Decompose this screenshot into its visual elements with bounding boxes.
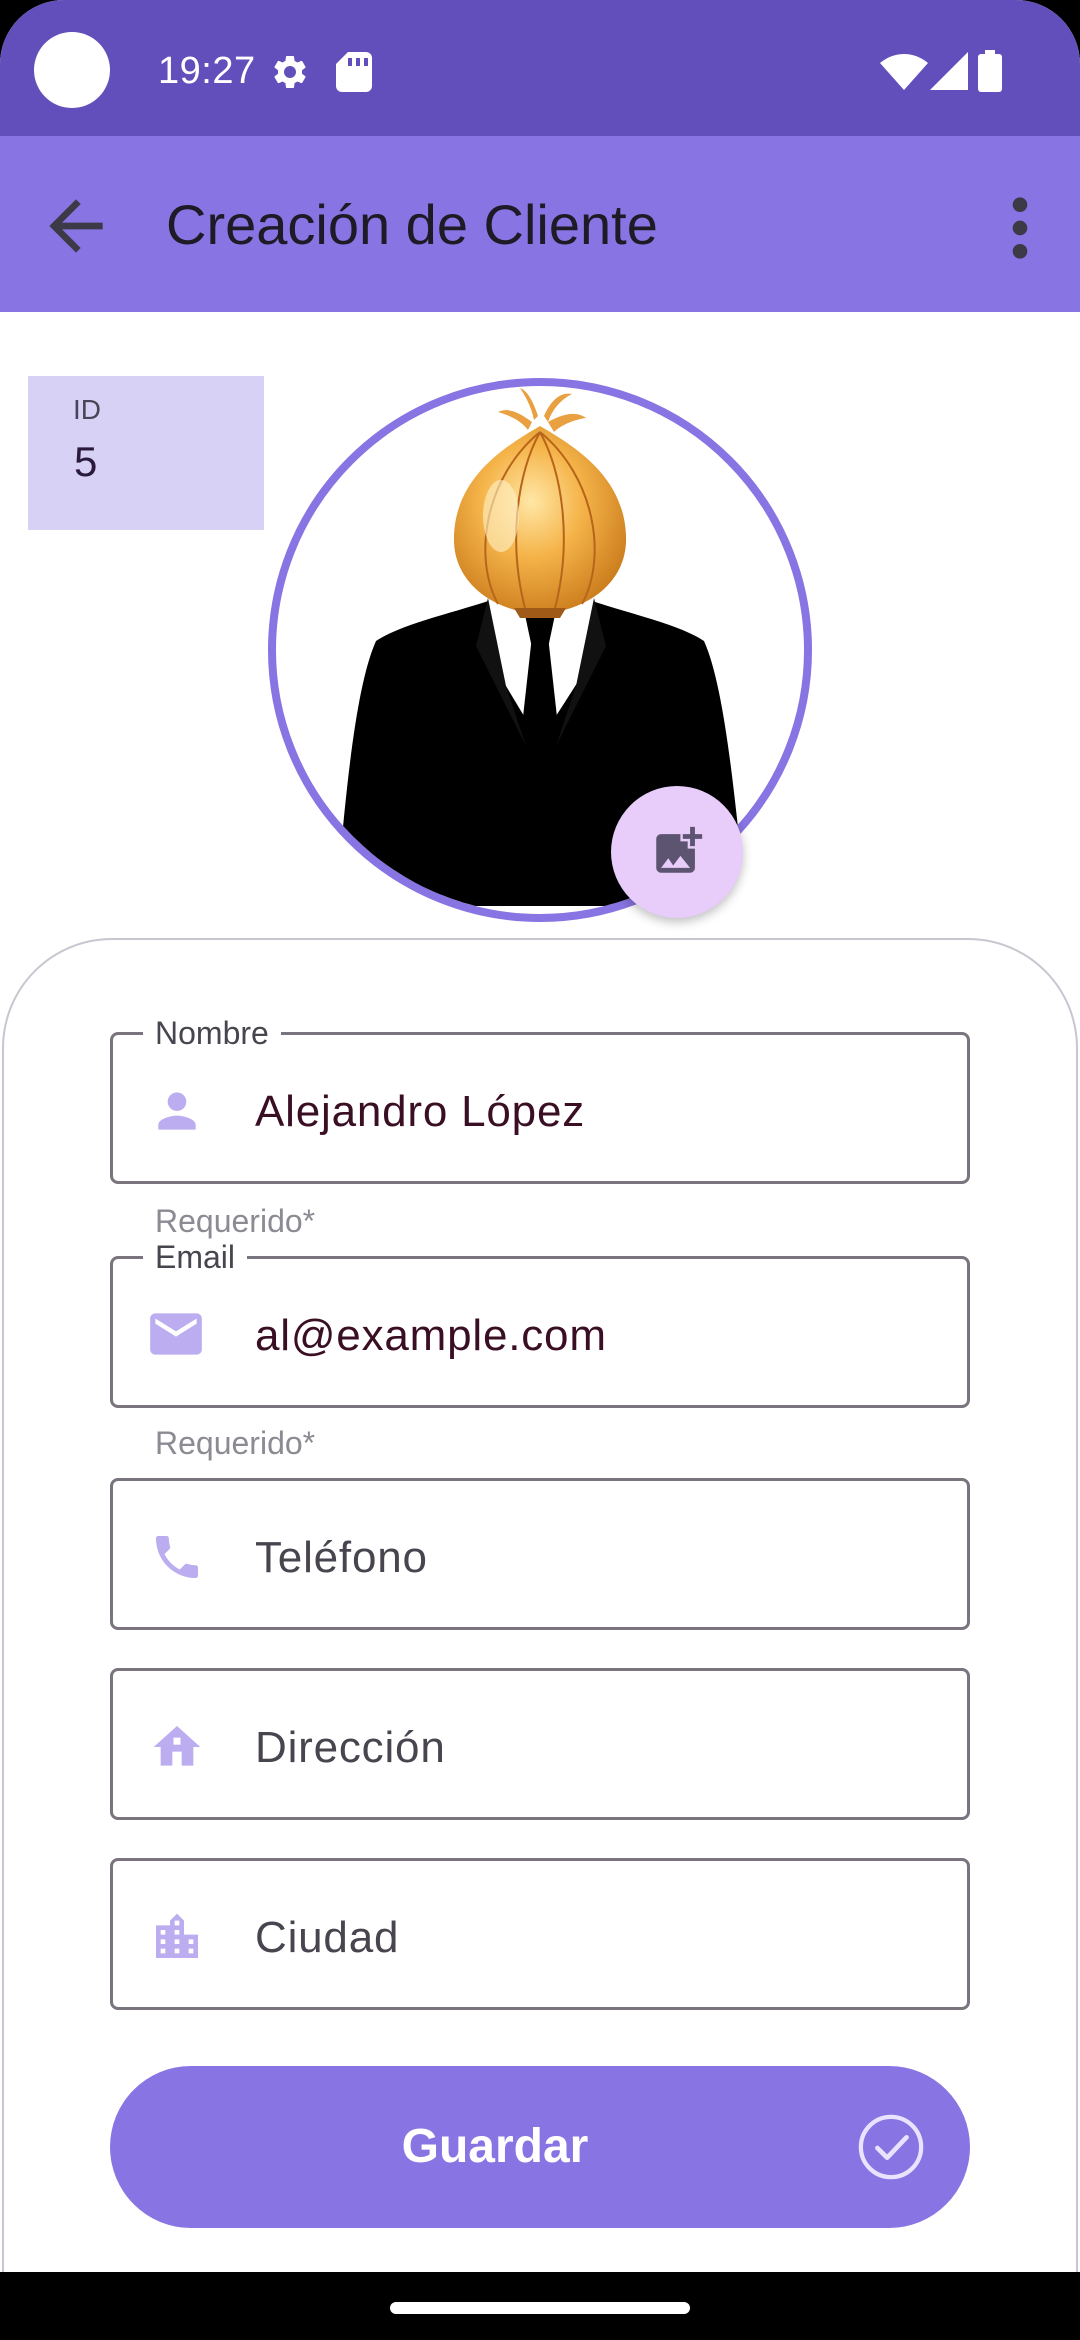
home-indicator[interactable] [390,2302,690,2314]
direccion-field[interactable]: Dirección [110,1668,970,1820]
arrow-back-icon [49,199,103,253]
camera-cutout [34,32,110,108]
app-bar: Creación de Cliente [0,136,1080,312]
system-nav-bar [0,2272,1080,2340]
overflow-menu-button[interactable] [990,188,1050,268]
sd-card-icon [336,52,372,92]
email-field[interactable]: Email al@example.com [110,1239,970,1408]
email-helper-text: Requerido* [155,1425,316,1461]
settings-gear-icon [274,55,306,88]
save-button[interactable]: Guardar [110,2066,970,2228]
save-button-label: Guardar [401,2120,589,2173]
status-time: 19:27 [158,50,256,92]
nombre-input[interactable]: Alejandro López [255,1085,585,1139]
battery-icon [978,50,1002,92]
telefono-input[interactable]: Teléfono [255,1531,428,1585]
ciudad-field[interactable]: Ciudad [110,1858,970,2010]
more-vert-icon [1012,197,1028,259]
wifi-icon [880,54,928,90]
nombre-helper-text: Requerido* [155,1203,316,1239]
nombre-label: Nombre [143,1015,281,1051]
id-value: 5 [74,438,98,485]
ciudad-input[interactable]: Ciudad [255,1911,399,1965]
nombre-field[interactable]: Nombre Alejandro López [110,1015,970,1184]
id-label: ID [73,394,101,425]
email-label: Email [143,1239,248,1275]
phone-screen: 19:27 Creación de Cliente ID 5 Nombre Al… [0,0,1080,2340]
person-icon [158,1092,196,1130]
email-input[interactable]: al@example.com [255,1309,607,1363]
direccion-input[interactable]: Dirección [255,1721,446,1775]
city-icon [156,1913,198,1958]
back-button[interactable] [36,186,116,266]
page-title: Creación de Cliente [166,193,658,256]
phone-icon [156,1536,198,1578]
check-circle-icon [858,2114,924,2180]
telefono-field[interactable]: Teléfono [110,1478,970,1630]
home-icon [153,1726,201,1766]
mail-icon [150,1313,202,1355]
add-photo-button[interactable] [611,786,743,918]
add-photo-icon [656,826,703,873]
signal-icon [930,52,968,90]
status-bar: 19:27 [0,0,1080,136]
id-field: ID 5 [28,376,264,530]
